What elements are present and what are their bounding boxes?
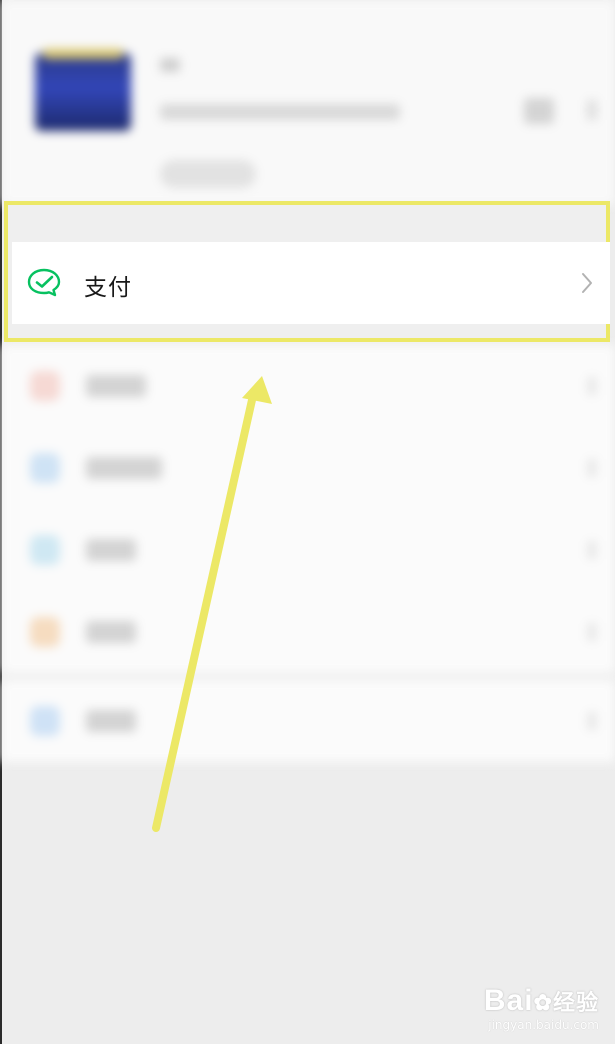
baidu-watermark: Bai✿经验 jingyan.baidu.com	[484, 984, 599, 1032]
chevron-right-icon	[588, 459, 596, 477]
menu-item-label	[86, 539, 136, 561]
settings-icon	[30, 706, 60, 736]
watermark-url: jingyan.baidu.com	[488, 1018, 599, 1032]
status-button[interactable]	[160, 160, 256, 188]
menu-item[interactable]	[2, 509, 615, 591]
avatar[interactable]	[35, 49, 131, 131]
chevron-right-icon	[588, 377, 596, 395]
chevron-right-icon	[588, 623, 596, 641]
stickers-icon	[30, 617, 60, 647]
menu-item-label	[86, 457, 162, 479]
menu-item[interactable]	[2, 427, 615, 509]
wechat-pay-icon	[27, 268, 61, 298]
menu-item-label	[86, 621, 136, 643]
qr-code-icon[interactable]	[524, 98, 554, 124]
chevron-right-icon	[580, 271, 594, 295]
menu-group-1	[2, 345, 615, 673]
favorites-icon	[30, 371, 60, 401]
menu-item-label	[86, 710, 136, 732]
menu-group-2	[2, 680, 615, 762]
menu-item-label	[86, 375, 146, 397]
profile-id	[160, 104, 400, 120]
profile-header[interactable]	[2, 0, 615, 205]
menu-item[interactable]	[2, 680, 615, 762]
chevron-right-icon	[587, 100, 597, 120]
menu-item-pay[interactable]: 支付	[12, 242, 610, 324]
profile-name	[160, 58, 180, 72]
watermark-logo: Bai✿经验	[483, 984, 599, 1017]
cards-icon	[30, 535, 60, 565]
pay-label: 支付	[84, 275, 132, 301]
chevron-right-icon	[588, 541, 596, 559]
menu-item[interactable]	[2, 345, 615, 427]
blurred-background	[2, 0, 615, 1044]
chevron-right-icon	[588, 712, 596, 730]
menu-item[interactable]	[2, 591, 615, 673]
moments-icon	[30, 453, 60, 483]
